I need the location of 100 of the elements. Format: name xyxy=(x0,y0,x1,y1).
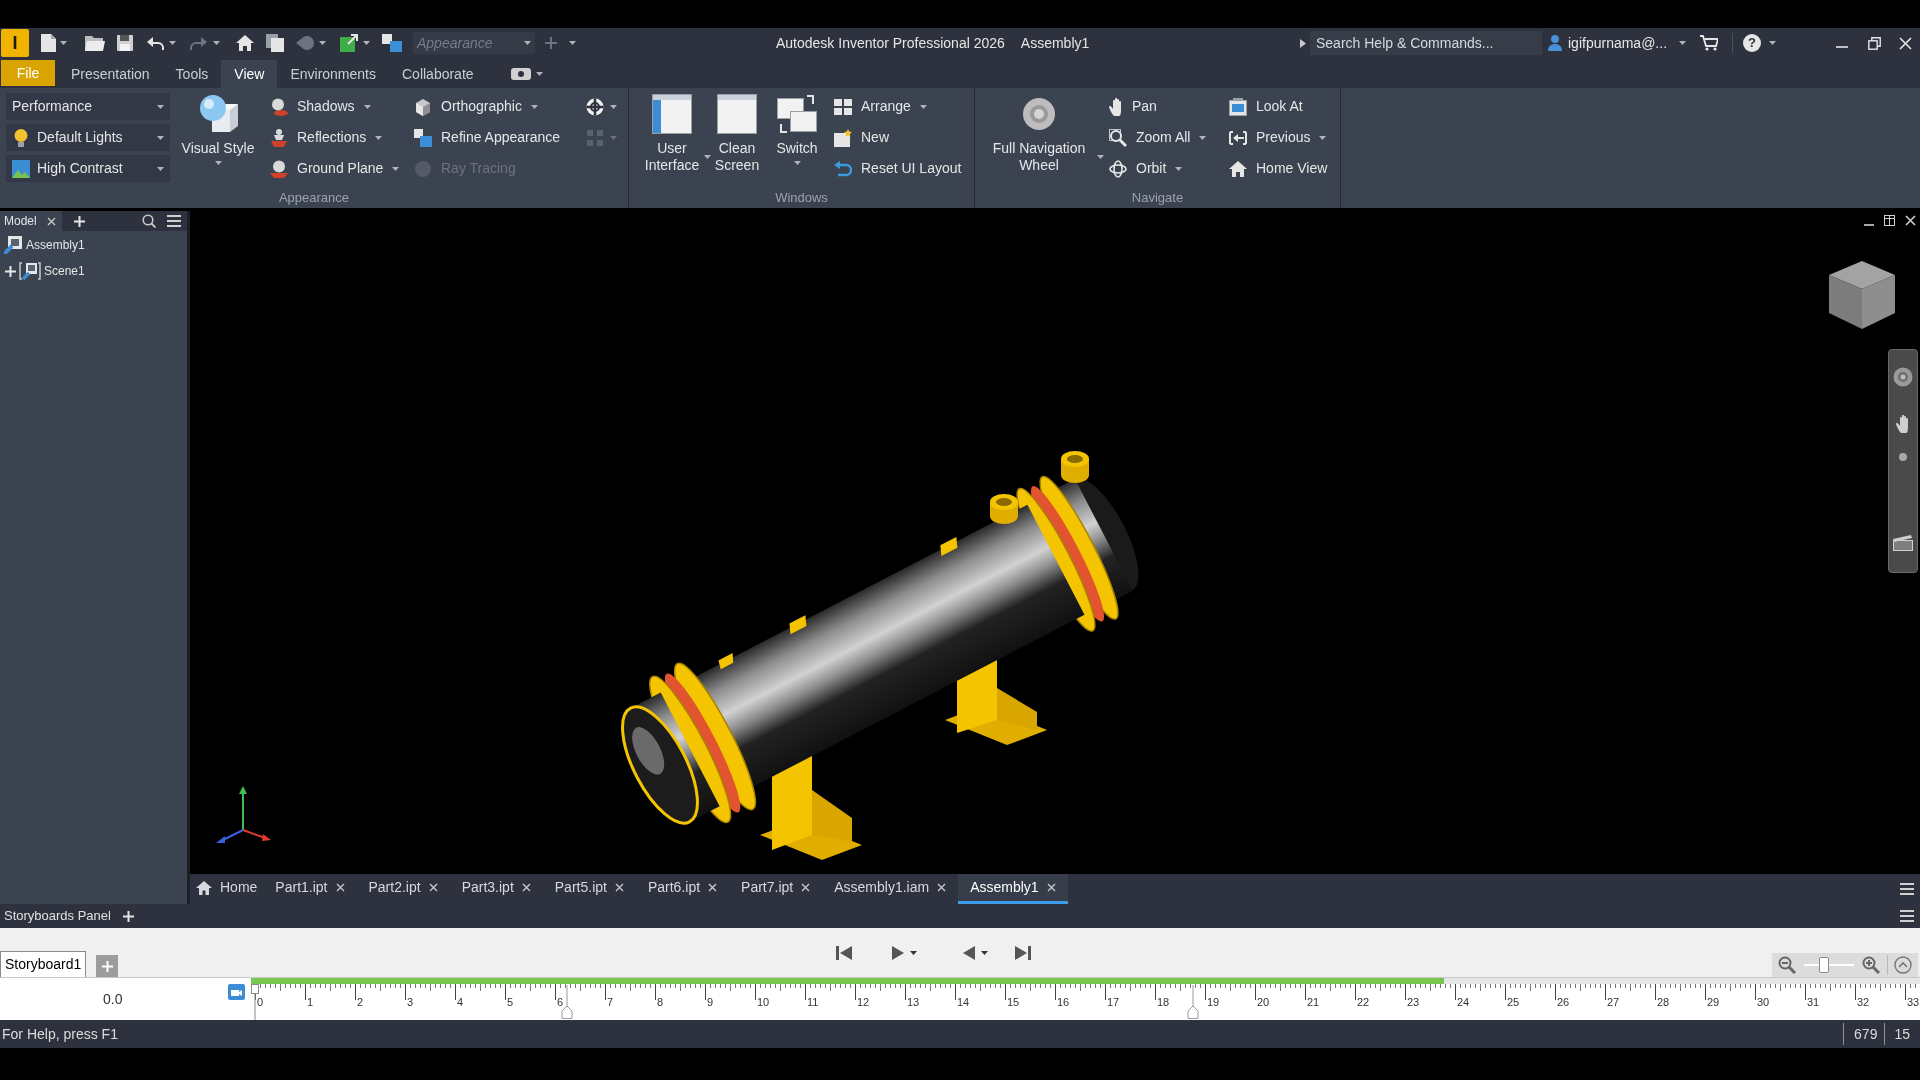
ribbon-button[interactable]: Refine Appearance xyxy=(414,124,561,151)
caret-icon[interactable] xyxy=(569,41,576,45)
ribbon-tab[interactable]: Environments xyxy=(277,60,389,88)
storyboard-tab[interactable]: Storyboard1 xyxy=(0,951,87,977)
ribbon-button[interactable]: Clean Screen xyxy=(711,94,763,174)
ribbon-button[interactable]: Previous xyxy=(1229,124,1327,151)
plus-icon[interactable] xyxy=(73,215,85,227)
document-tab[interactable]: Part6.ipt xyxy=(635,874,730,904)
close-icon[interactable] xyxy=(1905,215,1916,226)
restore-icon[interactable] xyxy=(1868,36,1881,50)
skip-end-icon[interactable] xyxy=(1015,944,1032,961)
close-icon[interactable] xyxy=(801,883,811,892)
ribbon-button[interactable]: Orthographic xyxy=(414,93,538,120)
camera-icon[interactable] xyxy=(510,68,531,80)
caret-icon[interactable] xyxy=(530,104,538,109)
hand-icon[interactable] xyxy=(1896,415,1910,433)
dropdown[interactable]: Performance xyxy=(6,93,170,120)
caret-icon[interactable] xyxy=(1097,155,1104,159)
ribbon-button[interactable]: Ground Plane xyxy=(270,155,400,182)
reverse-play-icon[interactable] xyxy=(963,945,976,960)
teardrop-icon[interactable] xyxy=(296,36,314,50)
dropdown[interactable]: High Contrast xyxy=(6,155,170,182)
tree-item[interactable]: Scene1 xyxy=(0,259,85,283)
caret-icon[interactable] xyxy=(157,166,164,171)
dropdown[interactable]: Default Lights xyxy=(6,124,170,151)
caret-right-icon[interactable] xyxy=(1300,38,1306,48)
caret-icon[interactable] xyxy=(157,135,164,140)
search-icon[interactable] xyxy=(142,214,156,228)
app-logo[interactable]: I xyxy=(1,29,29,57)
wheel-icon[interactable] xyxy=(1893,367,1913,387)
caret-icon[interactable] xyxy=(919,104,927,109)
document-tab[interactable]: Part7.ipt xyxy=(729,874,823,904)
ribbon-button[interactable]: Visual Style xyxy=(176,94,260,165)
caret-icon[interactable] xyxy=(157,104,164,109)
plus-icon[interactable] xyxy=(122,910,134,922)
document-tab[interactable]: Home xyxy=(190,874,264,904)
ribbon-button[interactable]: Reflections xyxy=(270,124,383,151)
skip-start-icon[interactable] xyxy=(836,944,853,961)
ribbon-button[interactable]: Reset UI Layout xyxy=(834,155,962,182)
ribbon-button[interactable]: Arrange xyxy=(834,93,927,120)
caret-icon[interactable] xyxy=(392,166,400,171)
close-icon[interactable] xyxy=(708,883,718,892)
panel-tab[interactable]: Storyboards Panel xyxy=(0,904,115,928)
time-marker-icon[interactable] xyxy=(561,985,573,1019)
caret-icon[interactable] xyxy=(60,41,67,45)
caret-icon[interactable] xyxy=(981,950,989,955)
menu-icon[interactable] xyxy=(1900,910,1914,922)
close-icon[interactable] xyxy=(428,883,438,892)
search-field[interactable]: Search Help & Commands... xyxy=(1310,31,1542,55)
user-name[interactable]: igifpurnama@... xyxy=(1568,32,1676,54)
caret-icon[interactable] xyxy=(1319,135,1327,140)
ribbon-tab[interactable]: Tools xyxy=(162,60,222,88)
caret-icon[interactable] xyxy=(1769,41,1776,45)
clapper-icon[interactable] xyxy=(1893,535,1913,551)
slider-thumb[interactable] xyxy=(1819,957,1829,973)
ribbon-tab[interactable]: Collaborate xyxy=(389,60,487,88)
zoom-in-icon[interactable] xyxy=(1862,956,1880,974)
playhead-icon[interactable] xyxy=(251,984,259,1020)
caret-icon[interactable] xyxy=(319,41,326,45)
close-icon[interactable] xyxy=(46,216,56,226)
document-tab[interactable]: Part5.ipt xyxy=(542,874,636,904)
ribbon-tab[interactable]: View xyxy=(221,60,278,88)
document-icon[interactable] xyxy=(40,34,56,52)
help-button[interactable]: ? xyxy=(1743,34,1761,52)
ribbon-button[interactable]: Full Navigation Wheel xyxy=(983,94,1104,174)
menu-icon[interactable] xyxy=(167,215,181,227)
add-button[interactable] xyxy=(96,955,119,977)
plus-icon[interactable] xyxy=(5,265,16,277)
caret-icon[interactable] xyxy=(363,41,370,45)
close-icon[interactable] xyxy=(521,883,531,892)
caret-icon[interactable] xyxy=(363,104,371,109)
document-tab[interactable]: Part1.ipt xyxy=(263,874,357,904)
play-icon[interactable] xyxy=(892,945,905,960)
document-tab[interactable]: Part2.ipt xyxy=(356,874,450,904)
caret-icon[interactable] xyxy=(535,72,543,76)
ribbon-button[interactable]: Shadows xyxy=(270,93,371,120)
browser-tab[interactable]: Model xyxy=(0,211,62,231)
dot-icon[interactable] xyxy=(1899,453,1907,461)
close-icon[interactable] xyxy=(335,883,345,892)
ribbon-button[interactable]: Pan xyxy=(1109,93,1157,120)
save-icon[interactable] xyxy=(117,35,133,51)
person-icon[interactable] xyxy=(1548,35,1562,51)
redo-icon[interactable] xyxy=(190,36,208,50)
squares-icon[interactable] xyxy=(382,34,402,52)
caret-icon[interactable] xyxy=(1679,41,1686,45)
close-icon[interactable] xyxy=(937,883,947,892)
caret-icon[interactable] xyxy=(169,41,176,45)
document-tab[interactable]: Assembly1 xyxy=(958,874,1068,904)
timeline-track[interactable] xyxy=(251,978,1920,984)
menu-icon[interactable] xyxy=(1900,883,1914,895)
caret-icon[interactable] xyxy=(214,161,222,165)
collapse-icon[interactable] xyxy=(1894,956,1912,974)
documents-icon[interactable] xyxy=(266,34,284,52)
checkered-ball-icon[interactable] xyxy=(586,97,604,116)
caret-icon[interactable] xyxy=(1175,166,1183,171)
caret-icon[interactable] xyxy=(793,161,801,165)
caret-icon[interactable] xyxy=(910,950,918,955)
ribbon-button[interactable]: Zoom All xyxy=(1109,124,1207,151)
caret-icon[interactable] xyxy=(610,104,617,109)
ribbon-button[interactable]: Orbit xyxy=(1109,155,1183,182)
